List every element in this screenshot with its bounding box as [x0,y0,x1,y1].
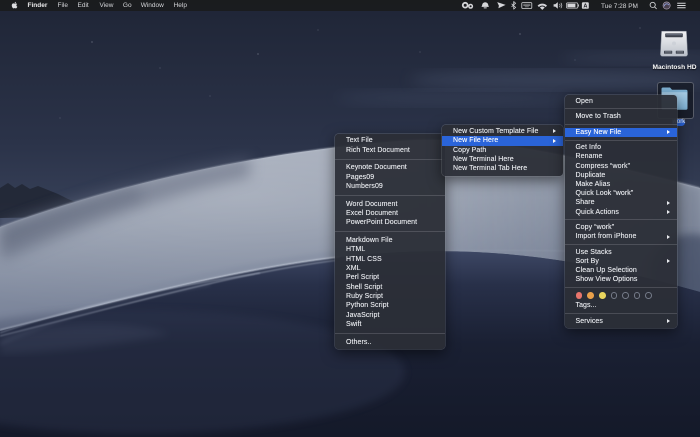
svg-text:A: A [583,4,587,10]
svg-text:Tue 7:28 PM: Tue 7:28 PM [601,3,638,10]
